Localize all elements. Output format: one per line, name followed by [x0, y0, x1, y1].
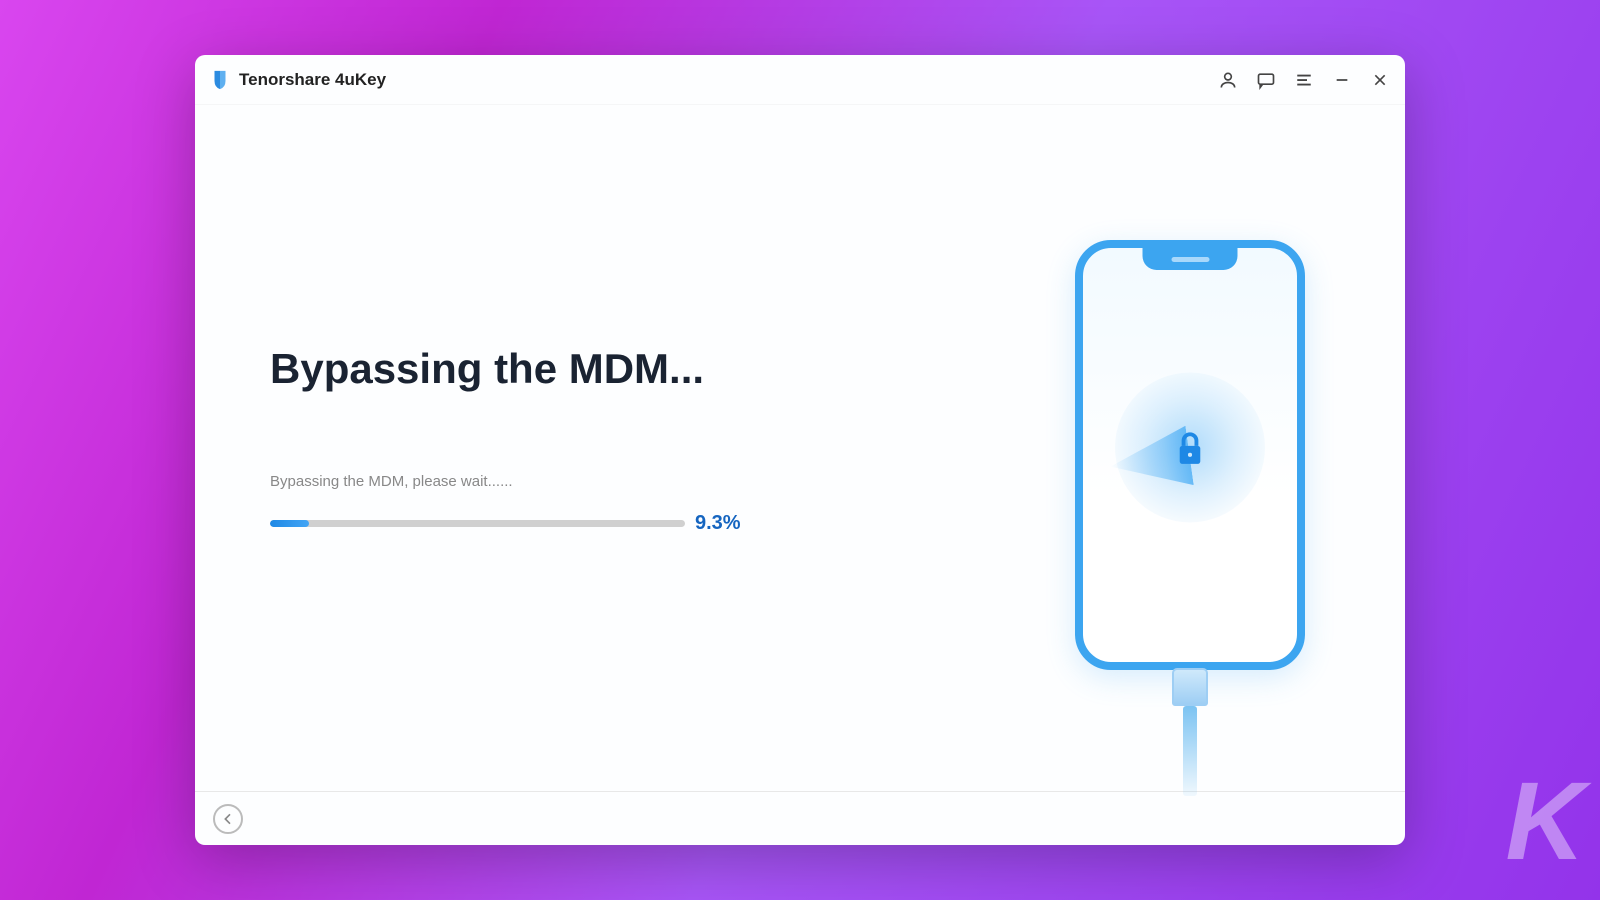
progress-fill — [270, 520, 309, 527]
phone-illustration — [1075, 240, 1305, 760]
progress-row: 9.3% — [270, 512, 905, 535]
menu-icon[interactable] — [1293, 69, 1315, 91]
minimize-button[interactable] — [1331, 69, 1353, 91]
illustration-pane — [975, 105, 1405, 791]
account-icon[interactable] — [1217, 69, 1239, 91]
page-heading: Bypassing the MDM... — [270, 345, 905, 393]
logo-shield-icon — [209, 69, 231, 91]
phone-body — [1075, 240, 1305, 670]
feedback-icon[interactable] — [1255, 69, 1277, 91]
titlebar: Tenorshare 4uKey — [195, 55, 1405, 105]
back-button[interactable] — [213, 804, 243, 834]
status-text: Bypassing the MDM, please wait...... — [270, 473, 905, 490]
app-title: Tenorshare 4uKey — [239, 70, 386, 90]
app-logo: Tenorshare 4uKey — [209, 69, 386, 91]
cable — [1183, 706, 1197, 796]
lock-icon — [1174, 430, 1206, 471]
close-button[interactable] — [1369, 69, 1391, 91]
progress-pane: Bypassing the MDM... Bypassing the MDM, … — [195, 105, 975, 791]
phone-notch — [1143, 248, 1238, 270]
app-window: Tenorshare 4uKey — [195, 55, 1405, 845]
progress-percent-label: 9.3% — [695, 512, 741, 535]
cable-connector — [1172, 668, 1208, 706]
footer-bar — [195, 791, 1405, 845]
watermark-letter: K — [1506, 758, 1580, 885]
progress-bar — [270, 520, 685, 527]
main-content: Bypassing the MDM... Bypassing the MDM, … — [195, 105, 1405, 791]
